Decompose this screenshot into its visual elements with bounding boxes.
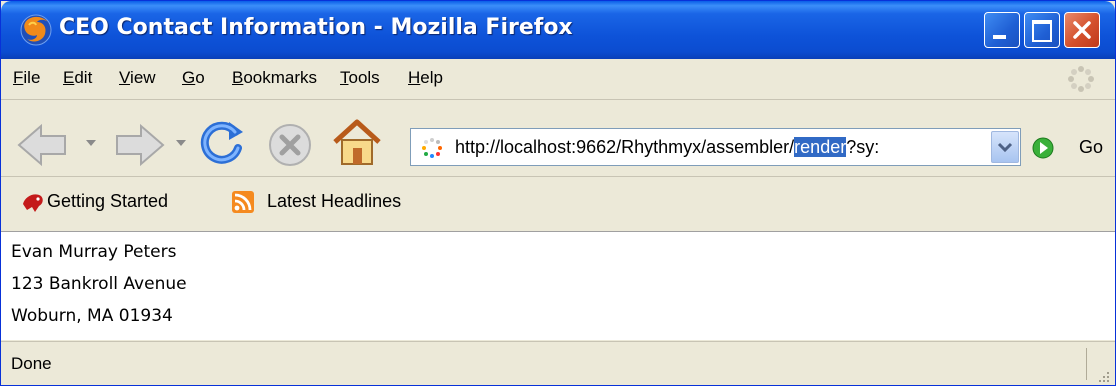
menu-bar: File Edit View Go Bookmarks Tools Help [1,59,1115,100]
menu-view[interactable]: View [119,68,156,88]
window-title: CEO Contact Information - Mozilla Firefo… [59,15,573,40]
stop-icon[interactable] [267,122,313,168]
getting-started-icon [23,194,43,212]
url-selection: render [794,137,847,157]
url-history-dropdown[interactable] [991,131,1019,163]
firefox-icon [20,14,52,46]
menu-edit[interactable]: Edit [63,68,92,88]
forward-icon[interactable] [105,122,167,168]
close-button[interactable] [1064,12,1100,48]
throbber-icon [1068,66,1094,92]
bookmark-latest-headlines[interactable]: Latest Headlines [267,191,401,212]
reload-icon[interactable] [195,118,247,170]
status-bar: Done [1,341,1115,385]
back-icon[interactable] [15,122,77,168]
title-bar[interactable]: CEO Contact Information - Mozilla Firefo… [1,1,1115,59]
forward-dropdown-icon[interactable] [175,138,187,148]
menu-help[interactable]: Help [408,68,443,88]
contact-street: 123 Bankroll Avenue [11,274,187,294]
page-content: Evan Murray Peters 123 Bankroll Avenue W… [1,232,1115,340]
chevron-down-icon [997,142,1013,153]
contact-name: Evan Murray Peters [11,242,177,262]
url-input[interactable]: http://localhost:9662/Rhythmyx/assembler… [455,137,991,158]
browser-window: CEO Contact Information - Mozilla Firefo… [0,0,1116,386]
resize-grip-icon[interactable] [1095,368,1111,384]
maximize-button[interactable] [1024,12,1060,48]
status-text: Done [11,354,52,373]
loading-favicon-icon [422,138,442,158]
go-button[interactable]: Go [1079,137,1103,158]
menu-go[interactable]: Go [182,68,205,88]
menu-file[interactable]: File [13,68,40,88]
navigation-toolbar: http://localhost:9662/Rhythmyx/assembler… [1,100,1115,177]
home-icon[interactable] [331,118,383,168]
minimize-button[interactable] [984,12,1020,48]
back-dropdown-icon[interactable] [85,138,97,148]
contact-city: Woburn, MA 01934 [11,306,173,326]
rss-feed-icon [232,191,254,213]
url-bar[interactable]: http://localhost:9662/Rhythmyx/assembler… [410,128,1021,166]
menu-tools[interactable]: Tools [340,68,380,88]
close-icon [1073,21,1091,39]
status-divider [1086,348,1087,380]
bookmarks-toolbar: Getting Started Latest Headlines [1,177,1115,232]
menu-bookmarks[interactable]: Bookmarks [232,68,317,88]
bookmark-getting-started[interactable]: Getting Started [47,191,168,212]
go-icon[interactable] [1032,137,1054,159]
